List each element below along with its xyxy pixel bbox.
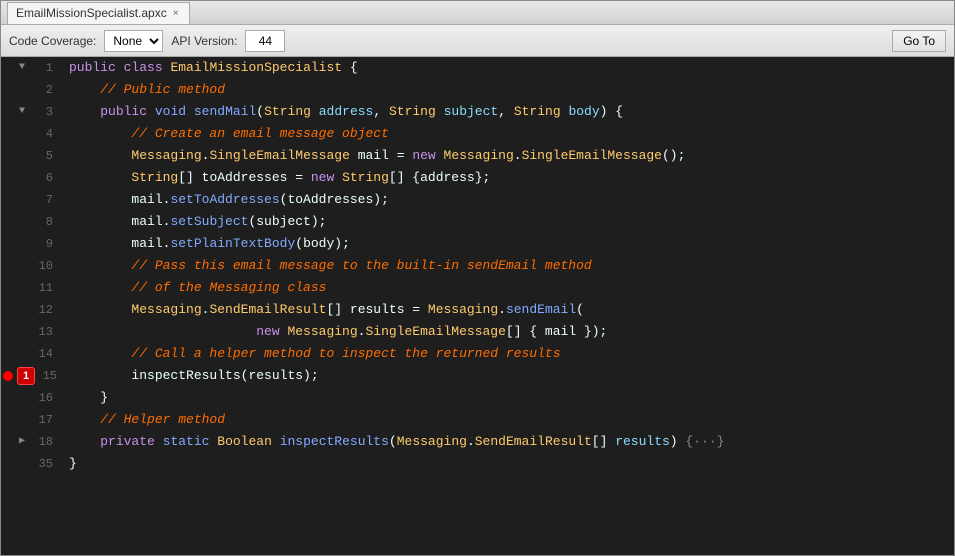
gutter-18: ▶ 18: [1, 431, 61, 453]
linenum-5: 5: [33, 145, 53, 167]
linenum-4: 4: [33, 123, 53, 145]
code-9: mail.setPlainTextBody(body);: [61, 233, 954, 255]
gutter-4: 4: [1, 123, 61, 145]
linenum-14: 14: [33, 343, 53, 365]
gutter-17: 17: [1, 409, 61, 431]
linenum-15: 15: [37, 365, 57, 387]
linenum-35: 35: [33, 453, 53, 475]
gutter-6: 6: [1, 167, 61, 189]
gutter-13: 13: [1, 321, 61, 343]
gutter-2: 2: [1, 79, 61, 101]
line-17: 17 // Helper method: [1, 409, 954, 431]
api-label: API Version:: [171, 34, 237, 48]
gutter-7: 7: [1, 189, 61, 211]
line-1: ▼ 1 public class EmailMissionSpecialist …: [1, 57, 954, 79]
linenum-1: 1: [33, 57, 53, 79]
line-2: 2 // Public method: [1, 79, 954, 101]
fold-icon-1[interactable]: ▼: [19, 57, 29, 79]
coverage-label: Code Coverage:: [9, 34, 96, 48]
fold-icon-3[interactable]: ▼: [19, 101, 29, 123]
linenum-7: 7: [33, 189, 53, 211]
breakpoint-badge-15: 1: [17, 367, 35, 385]
line-35: 35 }: [1, 453, 954, 475]
line-14: 14 // Call a helper method to inspect th…: [1, 343, 954, 365]
code-6: String[] toAddresses = new String[] {add…: [61, 167, 954, 189]
api-input[interactable]: [245, 30, 285, 52]
line-10: 10 // Pass this email message to the bui…: [1, 255, 954, 277]
gutter-9: 9: [1, 233, 61, 255]
code-14: // Call a helper method to inspect the r…: [61, 343, 954, 365]
linenum-2: 2: [33, 79, 53, 101]
gutter-12: 12: [1, 299, 61, 321]
line-6: 6 String[] toAddresses = new String[] {a…: [1, 167, 954, 189]
code-5: Messaging.SingleEmailMessage mail = new …: [61, 145, 954, 167]
code-1: public class EmailMissionSpecialist {: [61, 57, 954, 79]
gutter-35: 35: [1, 453, 61, 475]
linenum-10: 10: [33, 255, 53, 277]
gutter-5: 5: [1, 145, 61, 167]
gutter-15: 1 15: [1, 365, 61, 387]
code-10: // Pass this email message to the built-…: [61, 255, 954, 277]
title-bar: EmailMissionSpecialist.apxc ×: [1, 1, 954, 25]
line-13: 13 new Messaging.SingleEmailMessage[] { …: [1, 321, 954, 343]
linenum-12: 12: [33, 299, 53, 321]
code-16: }: [61, 387, 954, 409]
linenum-3: 3: [33, 101, 53, 123]
gutter-3: ▼ 3: [1, 101, 61, 123]
toolbar: Code Coverage: None API Version: Go To: [1, 25, 954, 57]
gutter-16: 16: [1, 387, 61, 409]
linenum-11: 11: [33, 277, 53, 299]
editor-area: ▼ 1 public class EmailMissionSpecialist …: [1, 57, 954, 555]
line-11: 11 // of the Messaging class: [1, 277, 954, 299]
line-3: ▼ 3 public void sendMail(String address,…: [1, 101, 954, 123]
code-editor[interactable]: ▼ 1 public class EmailMissionSpecialist …: [1, 57, 954, 555]
linenum-13: 13: [33, 321, 53, 343]
main-window: EmailMissionSpecialist.apxc × Code Cover…: [0, 0, 955, 556]
code-3: public void sendMail(String address, Str…: [61, 101, 954, 123]
code-4: // Create an email message object: [61, 123, 954, 145]
line-12: 12 Messaging.SendEmailResult[] results =…: [1, 299, 954, 321]
fold-icon-18[interactable]: ▶: [19, 431, 29, 453]
code-17: // Helper method: [61, 409, 954, 431]
close-icon[interactable]: ×: [173, 8, 179, 19]
linenum-16: 16: [33, 387, 53, 409]
linenum-9: 9: [33, 233, 53, 255]
code-18: private static Boolean inspectResults(Me…: [61, 431, 954, 453]
linenum-17: 17: [33, 409, 53, 431]
line-8: 8 mail.setSubject(subject);: [1, 211, 954, 233]
linenum-8: 8: [33, 211, 53, 233]
breakpoint-dot-15[interactable]: [3, 371, 13, 381]
line-18: ▶ 18 private static Boolean inspectResul…: [1, 431, 954, 453]
code-2: // Public method: [61, 79, 954, 101]
code-12: Messaging.SendEmailResult[] results = Me…: [61, 299, 954, 321]
code-7: mail.setToAddresses(toAddresses);: [61, 189, 954, 211]
linenum-18: 18: [33, 431, 53, 453]
line-7: 7 mail.setToAddresses(toAddresses);: [1, 189, 954, 211]
linenum-6: 6: [33, 167, 53, 189]
code-13: new Messaging.SingleEmailMessage[] { mai…: [61, 321, 954, 343]
goto-button[interactable]: Go To: [892, 30, 946, 52]
code-35: }: [61, 453, 954, 475]
title-tab[interactable]: EmailMissionSpecialist.apxc ×: [7, 2, 190, 24]
code-15: inspectResults(results);: [61, 365, 954, 387]
line-16: 16 }: [1, 387, 954, 409]
code-11: // of the Messaging class: [61, 277, 954, 299]
line-15: 1 15 inspectResults(results);: [1, 365, 954, 387]
line-5: 5 Messaging.SingleEmailMessage mail = ne…: [1, 145, 954, 167]
line-4: 4 // Create an email message object: [1, 123, 954, 145]
code-8: mail.setSubject(subject);: [61, 211, 954, 233]
gutter-11: 11: [1, 277, 61, 299]
coverage-select[interactable]: None: [104, 30, 163, 52]
gutter-8: 8: [1, 211, 61, 233]
line-9: 9 mail.setPlainTextBody(body);: [1, 233, 954, 255]
gutter-1: ▼ 1: [1, 57, 61, 79]
tab-title: EmailMissionSpecialist.apxc: [16, 6, 167, 20]
gutter-10: 10: [1, 255, 61, 277]
gutter-14: 14: [1, 343, 61, 365]
